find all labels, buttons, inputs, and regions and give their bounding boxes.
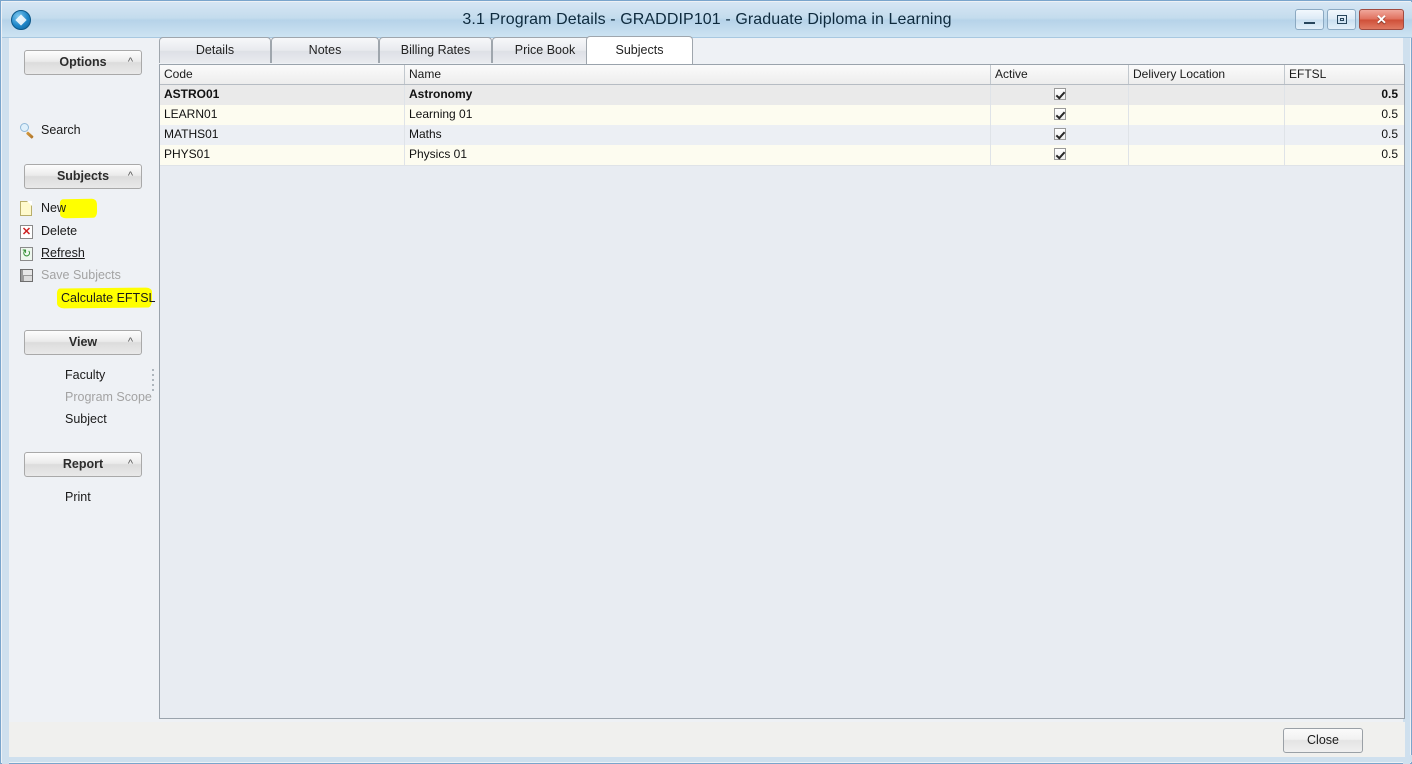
column-header-name[interactable]: Name <box>405 65 991 84</box>
sidebar-item-refresh[interactable]: ↻ Refresh <box>20 244 85 263</box>
sidebar-item-delete[interactable]: ✕ Delete <box>20 222 78 241</box>
sidebar-item-print[interactable]: Print <box>65 488 91 507</box>
sidebar-item-new[interactable]: New <box>20 199 67 218</box>
magnifier-icon <box>19 123 35 139</box>
cell-eftsl: 0.5 <box>1381 127 1398 141</box>
sidebar-item-label-calculate-eftsl: Calculate EFTSL <box>61 291 156 305</box>
panel-title-report: Report <box>62 457 104 471</box>
cell-name: Maths <box>405 125 991 145</box>
active-checkbox[interactable] <box>1053 88 1066 100</box>
chevron-up-icon-subjects: ^ <box>127 170 133 182</box>
window-frame-left <box>2 2 9 764</box>
close-icon: ✕ <box>1376 12 1387 27</box>
tab-price-book[interactable]: Price Book <box>492 37 598 63</box>
cell-name: Learning 01 <box>405 105 991 125</box>
minimize-icon <box>1304 22 1315 24</box>
sidebar-panel-header-subjects[interactable]: Subjects ^ <box>24 164 142 189</box>
sidebar-panel-header-options[interactable]: Options ^ <box>24 50 142 75</box>
sidebar-item-subject[interactable]: Subject <box>65 410 107 429</box>
table-row[interactable]: MATHS01 Maths 0.5 <box>160 125 1404 146</box>
cell-eftsl: 0.5 <box>1381 147 1398 161</box>
column-header-code[interactable]: Code <box>160 65 405 84</box>
column-header-delivery-location[interactable]: Delivery Location <box>1129 65 1285 84</box>
active-checkbox[interactable] <box>1053 128 1066 140</box>
panel-title-options: Options <box>59 55 107 69</box>
sidebar-item-label-search: Search <box>41 123 81 137</box>
cell-delivery-location <box>1129 105 1285 125</box>
cell-code: LEARN01 <box>160 105 405 125</box>
sidebar-splitter-handle[interactable] <box>151 369 155 393</box>
table-row[interactable]: PHYS01 Physics 01 0.5 <box>160 145 1404 166</box>
sidebar-item-label-faculty: Faculty <box>65 368 106 382</box>
refresh-icon: ↻ <box>20 247 33 261</box>
cell-active[interactable] <box>991 145 1129 165</box>
sidebar-item-label-program-scope: Program Scope <box>65 390 152 404</box>
cell-code: MATHS01 <box>160 125 405 145</box>
restore-icon <box>1337 15 1347 24</box>
subjects-grid: Code Name Active Delivery Location EFTSL… <box>159 64 1405 719</box>
table-row[interactable]: ASTRO01 Astronomy 0.5 <box>160 85 1404 106</box>
cell-eftsl: 0.5 <box>1381 107 1398 121</box>
tab-subjects[interactable]: Subjects <box>586 36 693 64</box>
sidebar-panel-header-report[interactable]: Report ^ <box>24 452 142 477</box>
maximize-restore-button[interactable] <box>1327 9 1356 30</box>
cell-code: ASTRO01 <box>160 85 405 105</box>
title-bar: 3.1 Program Details - GRADDIP101 - Gradu… <box>2 2 1412 38</box>
chevron-up-icon-report: ^ <box>127 458 133 470</box>
table-row[interactable]: LEARN01 Learning 01 0.5 <box>160 105 1404 126</box>
sidebar-item-program-scope: Program Scope <box>65 388 152 407</box>
sidebar-item-label-subject: Subject <box>65 412 107 426</box>
chevron-up-icon-view: ^ <box>127 336 133 348</box>
chevron-up-icon-options: ^ <box>127 56 133 68</box>
cell-name: Physics 01 <box>405 145 991 165</box>
active-checkbox[interactable] <box>1053 108 1066 120</box>
panel-title-subjects: Subjects <box>56 169 110 183</box>
footer-bar: Close <box>9 722 1405 757</box>
panel-title-view: View <box>68 335 98 349</box>
window-controls: ✕ <box>1295 9 1404 30</box>
close-button[interactable]: Close <box>1283 728 1363 753</box>
sidebar-item-search[interactable]: Search <box>20 121 81 140</box>
new-page-icon <box>19 201 35 217</box>
sidebar-item-label-save-subjects: Save Subjects <box>41 268 121 282</box>
tab-billing-rates[interactable]: Billing Rates <box>379 37 492 63</box>
sidebar-item-label-refresh: Refresh <box>41 246 85 260</box>
sidebar-panel-header-view[interactable]: View ^ <box>24 330 142 355</box>
sidebar-item-faculty[interactable]: Faculty <box>65 366 105 385</box>
sidebar-item-label-print: Print <box>65 490 91 504</box>
grid-header-row: Code Name Active Delivery Location EFTSL <box>160 65 1404 85</box>
cell-delivery-location <box>1129 125 1285 145</box>
column-header-eftsl[interactable]: EFTSL <box>1285 65 1404 84</box>
cell-active[interactable] <box>991 85 1129 105</box>
sidebar-item-label-new: New <box>41 201 67 215</box>
program-details-window: 3.1 Program Details - GRADDIP101 - Gradu… <box>0 0 1412 764</box>
cell-code: PHYS01 <box>160 145 405 165</box>
column-header-active[interactable]: Active <box>991 65 1129 84</box>
cell-active[interactable] <box>991 125 1129 145</box>
window-title: 3.1 Program Details - GRADDIP101 - Gradu… <box>462 11 952 28</box>
sidebar: Options ^ Search Subjects ^ New ✕ Delete… <box>9 38 155 722</box>
cell-delivery-location <box>1129 145 1285 165</box>
delete-x-icon: ✕ <box>20 225 33 239</box>
tab-strip: Details Notes Billing Rates Price Book S… <box>159 36 1405 64</box>
close-window-button[interactable]: ✕ <box>1359 9 1404 30</box>
save-floppy-icon <box>19 268 35 284</box>
tab-details[interactable]: Details <box>159 37 271 63</box>
sidebar-item-save-subjects: Save Subjects <box>20 266 121 285</box>
tab-notes[interactable]: Notes <box>271 37 379 63</box>
sidebar-item-label-delete: Delete <box>41 224 78 238</box>
active-checkbox[interactable] <box>1053 148 1066 160</box>
cell-name: Astronomy <box>405 85 991 105</box>
cell-delivery-location <box>1129 85 1285 105</box>
sidebar-item-calculate-eftsl[interactable]: Calculate EFTSL <box>61 289 155 308</box>
cell-active[interactable] <box>991 105 1129 125</box>
minimize-button[interactable] <box>1295 9 1324 30</box>
cell-eftsl: 0.5 <box>1381 87 1398 101</box>
